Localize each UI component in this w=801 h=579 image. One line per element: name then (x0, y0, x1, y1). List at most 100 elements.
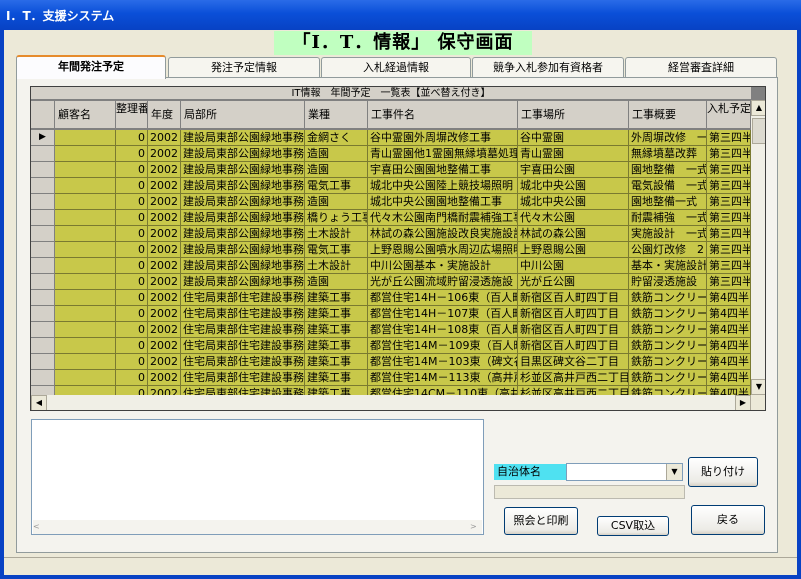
tab-annual-order-plan[interactable]: 年間発注予定 (16, 55, 166, 79)
csv-import-button[interactable]: CSV取込 (597, 516, 669, 536)
scroll-down-icon[interactable]: ▼ (751, 379, 765, 395)
cell-fiscal-year[interactable]: 2002 (148, 322, 181, 338)
cell-customer-name[interactable] (55, 146, 116, 162)
cell-fiscal-year[interactable]: 2002 (148, 242, 181, 258)
column-header-industry[interactable]: 業種 (305, 101, 368, 129)
cell-fiscal-year[interactable]: 2002 (148, 258, 181, 274)
cell-industry[interactable]: 金網さく (305, 130, 368, 146)
cell-customer-name[interactable] (55, 290, 116, 306)
cell-fiscal-year[interactable]: 2002 (148, 354, 181, 370)
cell-customer-name[interactable] (55, 130, 116, 146)
cell-department[interactable]: 住宅局東部住宅建設事務所 (181, 354, 305, 370)
cell-bid-schedule[interactable]: 第三四半 (707, 178, 751, 194)
cell-department[interactable]: 住宅局東部住宅建設事務所 (181, 370, 305, 386)
cell-serial-number[interactable]: 0 (116, 258, 148, 274)
cell-bid-schedule[interactable]: 第三四半 (707, 162, 751, 178)
current-row-indicator-icon[interactable]: ▶ (31, 130, 55, 146)
cell-project-location[interactable]: 上野恩賜公園 (518, 242, 629, 258)
row-selector[interactable] (31, 322, 55, 338)
cell-project-location[interactable]: 宇喜田公園 (518, 162, 629, 178)
cell-customer-name[interactable] (55, 258, 116, 274)
cell-serial-number[interactable]: 0 (116, 178, 148, 194)
chevron-down-icon[interactable]: ▼ (666, 464, 682, 480)
cell-fiscal-year[interactable]: 2002 (148, 146, 181, 162)
cell-fiscal-year[interactable]: 2002 (148, 162, 181, 178)
cell-bid-schedule[interactable]: 第三四半 (707, 146, 751, 162)
cell-serial-number[interactable]: 0 (116, 370, 148, 386)
cell-project-name[interactable]: 城北中央公園園地整備工事 (368, 194, 518, 210)
horizontal-scrollbar[interactable]: ◀ ▶ (31, 395, 751, 410)
cell-project-location[interactable]: 光が丘公園 (518, 274, 629, 290)
cell-department[interactable]: 建設局東部公園緑地事務所 (181, 162, 305, 178)
cell-project-name[interactable]: 都営住宅14H－106東（百人町 (368, 290, 518, 306)
cell-industry[interactable]: 造園 (305, 194, 368, 210)
cell-bid-schedule[interactable]: 第4四半 (707, 338, 751, 354)
vertical-scrollbar[interactable]: ▲ ▼ (751, 100, 765, 395)
cell-department[interactable]: 住宅局東部住宅建設事務所 (181, 290, 305, 306)
cell-project-name[interactable]: 宇喜田公園園地整備工事 (368, 162, 518, 178)
cell-bid-schedule[interactable]: 第三四半 (707, 258, 751, 274)
tab-management-review[interactable]: 経営審査詳細 (625, 57, 777, 77)
cell-serial-number[interactable]: 0 (116, 210, 148, 226)
scroll-up-icon[interactable]: ▲ (751, 100, 765, 116)
cell-industry[interactable]: 建築工事 (305, 370, 368, 386)
cell-project-summary[interactable]: 鉄筋コンクリート (629, 354, 707, 370)
cell-serial-number[interactable]: 0 (116, 290, 148, 306)
row-selector[interactable] (31, 146, 55, 162)
cell-department[interactable]: 建設局東部公園緑地事務所 (181, 258, 305, 274)
row-selector[interactable] (31, 258, 55, 274)
column-header-fiscal-year[interactable]: 年度 (148, 101, 181, 129)
row-selector[interactable] (31, 210, 55, 226)
cell-project-summary[interactable]: 耐震補強 一式 (629, 210, 707, 226)
cell-project-name[interactable]: 代々木公園南門橋耐震補強工事 (368, 210, 518, 226)
cell-bid-schedule[interactable]: 第4四半 (707, 370, 751, 386)
cell-customer-name[interactable] (55, 370, 116, 386)
cell-customer-name[interactable] (55, 322, 116, 338)
cell-project-summary[interactable]: 鉄筋コンクリート (629, 370, 707, 386)
cell-bid-schedule[interactable]: 第三四半 (707, 274, 751, 290)
cell-bid-schedule[interactable]: 第三四半 (707, 130, 751, 146)
row-selector[interactable] (31, 354, 55, 370)
cell-serial-number[interactable]: 0 (116, 354, 148, 370)
cell-project-location[interactable]: 新宿区百人町四丁目 (518, 306, 629, 322)
cell-bid-schedule[interactable]: 第4四半 (707, 322, 751, 338)
cell-industry[interactable]: 土木設計 (305, 258, 368, 274)
row-selector[interactable] (31, 162, 55, 178)
cell-project-name[interactable]: 都営住宅14H－108東（百人町 (368, 322, 518, 338)
cell-industry[interactable]: 電気工事 (305, 178, 368, 194)
cell-department[interactable]: 建設局東部公園緑地事務所 (181, 178, 305, 194)
cell-project-summary[interactable]: 鉄筋コンクリート (629, 322, 707, 338)
cell-project-location[interactable]: 目黒区碑文谷二丁目 (518, 354, 629, 370)
scroll-right-icon[interactable]: ▶ (735, 395, 751, 410)
row-selector[interactable] (31, 338, 55, 354)
cell-serial-number[interactable]: 0 (116, 306, 148, 322)
cell-customer-name[interactable] (55, 306, 116, 322)
cell-project-location[interactable]: 代々木公園 (518, 210, 629, 226)
cell-serial-number[interactable]: 0 (116, 162, 148, 178)
cell-project-name[interactable]: 青山霊園他1霊園無縁墳墓処理工事 (368, 146, 518, 162)
cell-project-summary[interactable]: 電気設備 一式 (629, 178, 707, 194)
scroll-left-icon[interactable]: < (33, 520, 45, 534)
cell-fiscal-year[interactable]: 2002 (148, 306, 181, 322)
cell-department[interactable]: 建設局東部公園緑地事務所 (181, 274, 305, 290)
cell-project-name[interactable]: 都営住宅14M－109東（百人町 (368, 338, 518, 354)
cell-project-location[interactable]: 杉並区高井戸西二丁目 (518, 370, 629, 386)
cell-project-location[interactable]: 新宿区百人町四丁目 (518, 290, 629, 306)
cell-fiscal-year[interactable]: 2002 (148, 290, 181, 306)
column-header-serial-number[interactable]: 整理番号 (116, 101, 148, 129)
cell-department[interactable]: 建設局東部公園緑地事務所 (181, 130, 305, 146)
row-selector[interactable] (31, 306, 55, 322)
query-print-button[interactable]: 照会と印刷 (504, 507, 578, 535)
column-header-bid-schedule[interactable]: 入札予定期 (707, 101, 751, 129)
cell-project-summary[interactable]: 園地整備 一式 (629, 162, 707, 178)
scroll-left-icon[interactable]: ◀ (31, 395, 47, 410)
cell-industry[interactable]: 建築工事 (305, 322, 368, 338)
cell-serial-number[interactable]: 0 (116, 194, 148, 210)
cell-industry[interactable]: 土木設計 (305, 226, 368, 242)
back-button[interactable]: 戻る (691, 505, 765, 535)
cell-fiscal-year[interactable]: 2002 (148, 370, 181, 386)
row-selector[interactable] (31, 226, 55, 242)
cell-bid-schedule[interactable]: 第4四半 (707, 306, 751, 322)
cell-customer-name[interactable] (55, 274, 116, 290)
cell-customer-name[interactable] (55, 242, 116, 258)
